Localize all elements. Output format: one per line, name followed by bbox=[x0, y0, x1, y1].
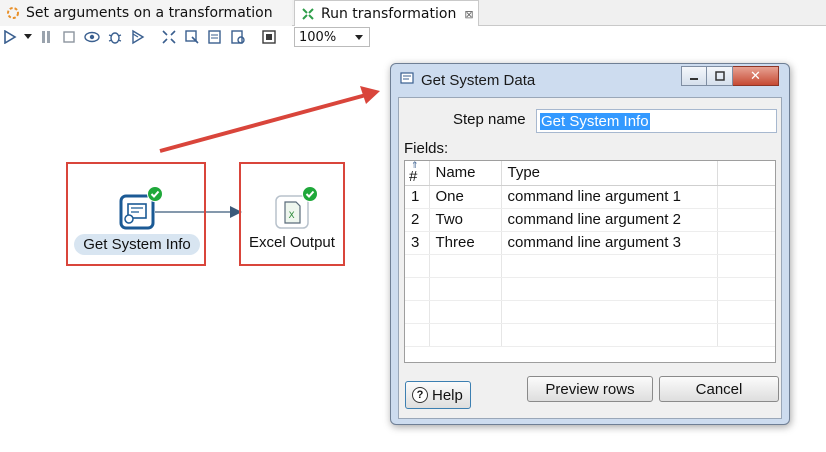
table-row-empty[interactable] bbox=[405, 300, 775, 324]
dialog-body: Step name Get System Info Fields: ⇑ # Na bbox=[398, 97, 782, 419]
svg-text:X: X bbox=[289, 211, 295, 221]
step-name-label: Step name bbox=[453, 111, 526, 128]
row-type[interactable]: command line argument 1 bbox=[501, 185, 718, 209]
row-name[interactable]: Two bbox=[429, 208, 502, 232]
explore-db-icon[interactable] bbox=[228, 27, 248, 47]
fields-label: Fields: bbox=[404, 140, 449, 157]
zoom-value: 100% bbox=[299, 29, 337, 45]
step-label: Excel Output bbox=[249, 234, 335, 251]
close-icon: ✕ bbox=[750, 68, 761, 84]
close-button[interactable]: ✕ bbox=[733, 66, 779, 86]
fields-table[interactable]: ⇑ # Name Type 1 One command line argumen… bbox=[404, 160, 776, 363]
stop-icon[interactable] bbox=[59, 27, 79, 47]
table-row-empty[interactable] bbox=[405, 323, 775, 347]
minimize-button[interactable] bbox=[681, 66, 707, 86]
run-dropdown-icon[interactable] bbox=[23, 27, 33, 47]
row-index: 3 bbox=[405, 231, 430, 255]
preview-icon[interactable] bbox=[82, 27, 102, 47]
row-empty bbox=[717, 208, 775, 232]
tab-run-transformation[interactable]: Run transformation ⊠ bbox=[294, 0, 479, 27]
get-system-data-dialog: Get System Data ✕ Step name Get System I… bbox=[390, 63, 790, 425]
maximize-button[interactable] bbox=[707, 66, 733, 86]
preview-rows-button[interactable]: Preview rows bbox=[527, 376, 653, 402]
excel-output-icon: X bbox=[274, 186, 318, 230]
impact-icon[interactable] bbox=[182, 27, 202, 47]
get-system-data-icon bbox=[399, 70, 415, 90]
row-empty bbox=[717, 231, 775, 255]
editor-tab-strip: Set arguments on a transformation Run tr… bbox=[0, 0, 826, 27]
step-label: Get System Info bbox=[74, 234, 200, 255]
transformation-toolbar: 100% bbox=[0, 26, 826, 48]
step-excel-output[interactable]: X Excel Output bbox=[242, 186, 342, 251]
verify-icon[interactable] bbox=[159, 27, 179, 47]
help-icon: ? bbox=[412, 387, 428, 403]
row-empty bbox=[717, 185, 775, 209]
step-name-value: Get System Info bbox=[540, 112, 650, 130]
transformation-icon bbox=[6, 6, 20, 20]
row-type[interactable]: command line argument 3 bbox=[501, 231, 718, 255]
chevron-down-icon[interactable] bbox=[355, 35, 363, 40]
step-name-row: Step name Get System Info bbox=[399, 106, 781, 133]
table-header: ⇑ # Name Type bbox=[405, 161, 775, 186]
step-name-input[interactable]: Get System Info bbox=[536, 109, 777, 133]
column-header-empty bbox=[717, 161, 775, 186]
column-header-name[interactable]: Name bbox=[429, 161, 502, 186]
replay-icon[interactable] bbox=[128, 27, 148, 47]
tab-set-arguments[interactable]: Set arguments on a transformation bbox=[0, 0, 292, 26]
close-tab-icon[interactable]: ⊠ bbox=[464, 8, 473, 21]
column-header-type[interactable]: Type bbox=[501, 161, 718, 186]
column-header-index[interactable]: ⇑ # bbox=[405, 161, 430, 186]
help-label: Help bbox=[432, 386, 463, 404]
show-results-icon[interactable] bbox=[259, 27, 279, 47]
row-name[interactable]: One bbox=[429, 185, 502, 209]
step-get-system-info[interactable]: Get System Info bbox=[74, 186, 200, 255]
row-index: 2 bbox=[405, 208, 430, 232]
help-button[interactable]: ? Help bbox=[405, 381, 471, 409]
window-controls: ✕ bbox=[681, 66, 779, 86]
cancel-button[interactable]: Cancel bbox=[659, 376, 779, 402]
dialog-title: Get System Data bbox=[421, 71, 536, 89]
table-row[interactable]: 2 Two command line argument 2 bbox=[405, 208, 775, 232]
tab-label: Run transformation bbox=[321, 6, 457, 22]
table-row[interactable]: 1 One command line argument 1 bbox=[405, 185, 775, 209]
debug-icon[interactable] bbox=[105, 27, 125, 47]
check-icon bbox=[302, 186, 318, 202]
get-system-info-icon bbox=[119, 186, 163, 230]
sql-icon[interactable] bbox=[205, 27, 225, 47]
row-type[interactable]: command line argument 2 bbox=[501, 208, 718, 232]
row-name[interactable]: Three bbox=[429, 231, 502, 255]
pause-icon[interactable] bbox=[36, 27, 56, 47]
dialog-titlebar[interactable]: Get System Data ✕ bbox=[391, 64, 789, 96]
transformation-icon bbox=[301, 7, 315, 21]
tab-label: Set arguments on a transformation bbox=[26, 5, 273, 21]
table-row-empty[interactable] bbox=[405, 277, 775, 301]
check-icon bbox=[147, 186, 163, 202]
table-row-empty[interactable] bbox=[405, 254, 775, 278]
zoom-select[interactable]: 100% bbox=[294, 27, 370, 47]
row-index: 1 bbox=[405, 185, 430, 209]
table-row[interactable]: 3 Three command line argument 3 bbox=[405, 231, 775, 255]
run-icon[interactable] bbox=[0, 27, 20, 47]
